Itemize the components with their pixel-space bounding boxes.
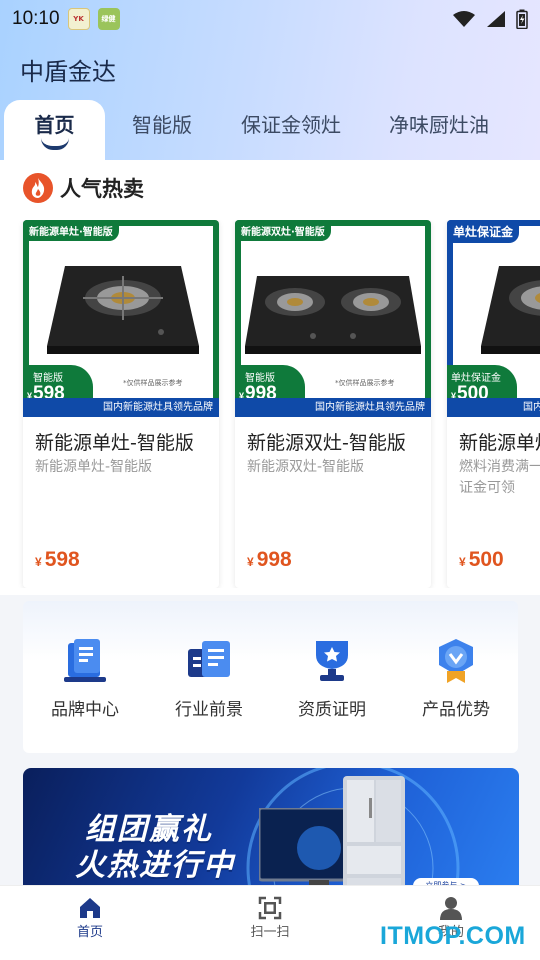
tab-label: 净味厨灶油	[389, 113, 489, 137]
active-tab-indicator	[40, 138, 69, 150]
product-image: 单灶保证金 单灶保证金 ¥500 国内新能源灶具领先品牌	[447, 220, 540, 417]
feature-grid: 品牌中心 行业前景 资质证明 产品优势	[23, 601, 518, 753]
product-image-tag: 新能源单灶·智能版	[23, 220, 119, 241]
tab-label: 智能版	[132, 113, 192, 137]
feature-product-advantage[interactable]: 产品优势	[406, 639, 506, 720]
double-stove-icon	[245, 276, 421, 354]
status-bar: 10:10 YK 绿健	[0, 0, 540, 38]
status-time: 10:10	[12, 8, 60, 29]
home-icon	[80, 898, 100, 918]
wifi-icon	[453, 11, 475, 27]
image-banner: 国内新能源灶具领先品牌	[235, 398, 431, 417]
image-note: *仅供样品展示参考	[335, 379, 395, 387]
watermark-text: ITMOP.COM	[380, 922, 526, 950]
certificate-trophy-icon	[316, 641, 348, 681]
tab-label: 首页	[34, 113, 75, 137]
top-tabs: 首页 智能版 保证金领灶 净味厨灶油	[0, 100, 540, 160]
promo-banner[interactable]: 组团赢礼 火热进行中 立即参与 >	[23, 768, 519, 898]
tab-home[interactable]: 首页	[4, 100, 105, 160]
product-title: 新能源单灶-保证金	[459, 432, 540, 454]
nav-label: 扫一扫	[250, 925, 290, 940]
fire-icon	[23, 173, 53, 203]
product-subtitle: 燃料消费满一定量返还约保证金可领	[459, 459, 540, 496]
app-icon: YK	[67, 8, 90, 30]
industry-news-icon	[188, 641, 230, 677]
product-price: ¥500	[459, 548, 504, 571]
product-title: 新能源单灶-智能版	[35, 432, 194, 454]
cellular-icon	[487, 11, 505, 27]
fridge-icon	[343, 776, 405, 898]
nav-label: 首页	[76, 925, 103, 940]
product-subtitle: 新能源双灶-智能版	[247, 459, 365, 475]
promo-subheadline: 火热进行中	[75, 848, 235, 883]
product-image-tag: 新能源双灶·智能版	[235, 220, 331, 241]
feature-label: 产品优势	[422, 700, 490, 720]
section-title: 人气热卖	[60, 177, 144, 201]
feature-label: 行业前景	[175, 700, 243, 720]
product-image: 新能源双灶·智能版 智能版 ¥998 *仅供样品展示参考 国内新能源灶具领先品牌	[235, 220, 431, 417]
single-stove-icon	[47, 266, 199, 354]
feature-brand-center[interactable]: 品牌中心	[35, 639, 135, 720]
hot-section-header: 人气热卖	[22, 172, 144, 204]
app-icon: 绿健	[97, 8, 120, 30]
advantage-medal-icon	[439, 639, 473, 683]
image-note: *仅供样品展示参考	[123, 379, 183, 387]
product-title: 新能源双灶-智能版	[247, 432, 406, 454]
feature-label: 资质证明	[298, 700, 366, 720]
image-banner: 国内新能源灶具领先品牌	[447, 398, 540, 417]
product-carousel[interactable]: 新能源单灶·智能版 智能版 ¥598 *仅供样品展示参考 国内新能源灶具领先品牌…	[0, 220, 540, 588]
feature-qualification[interactable]: 资质证明	[282, 639, 382, 720]
tab-label: 保证金领灶	[241, 113, 341, 137]
tab-stove-oil[interactable]: 净味厨灶油	[380, 100, 498, 160]
battery-icon	[516, 9, 528, 29]
nav-home[interactable]: 首页	[50, 896, 130, 940]
tab-deposit-stove[interactable]: 保证金领灶	[232, 100, 350, 160]
product-card[interactable]: 单灶保证金 单灶保证金 ¥500 国内新能源灶具领先品牌 新能源单灶-保证金 燃…	[447, 220, 540, 588]
product-price: ¥598	[35, 548, 80, 571]
product-card[interactable]: 新能源单灶·智能版 智能版 ¥598 *仅供样品展示参考 国内新能源灶具领先品牌…	[23, 220, 219, 588]
nav-scan[interactable]: 扫一扫	[230, 896, 310, 940]
feature-industry-outlook[interactable]: 行业前景	[159, 639, 259, 720]
brand-book-icon	[64, 639, 106, 682]
product-price: ¥998	[247, 548, 292, 571]
image-banner: 国内新能源灶具领先品牌	[23, 398, 219, 417]
product-card[interactable]: 新能源双灶·智能版 智能版 ¥998 *仅供样品展示参考 国内新能源灶具领先品牌…	[235, 220, 431, 588]
product-subtitle: 新能源单灶-智能版	[35, 459, 153, 475]
tab-smart[interactable]: 智能版	[122, 100, 202, 160]
app-title: 中盾金达	[20, 58, 116, 86]
single-stove-icon	[481, 266, 540, 354]
scan-icon	[258, 896, 282, 920]
product-image-tag: 单灶保证金	[447, 220, 520, 243]
feature-label: 品牌中心	[51, 700, 119, 720]
status-icons	[452, 9, 528, 29]
product-image: 新能源单灶·智能版 智能版 ¥598 *仅供样品展示参考 国内新能源灶具领先品牌	[23, 220, 219, 417]
user-icon	[440, 897, 462, 920]
